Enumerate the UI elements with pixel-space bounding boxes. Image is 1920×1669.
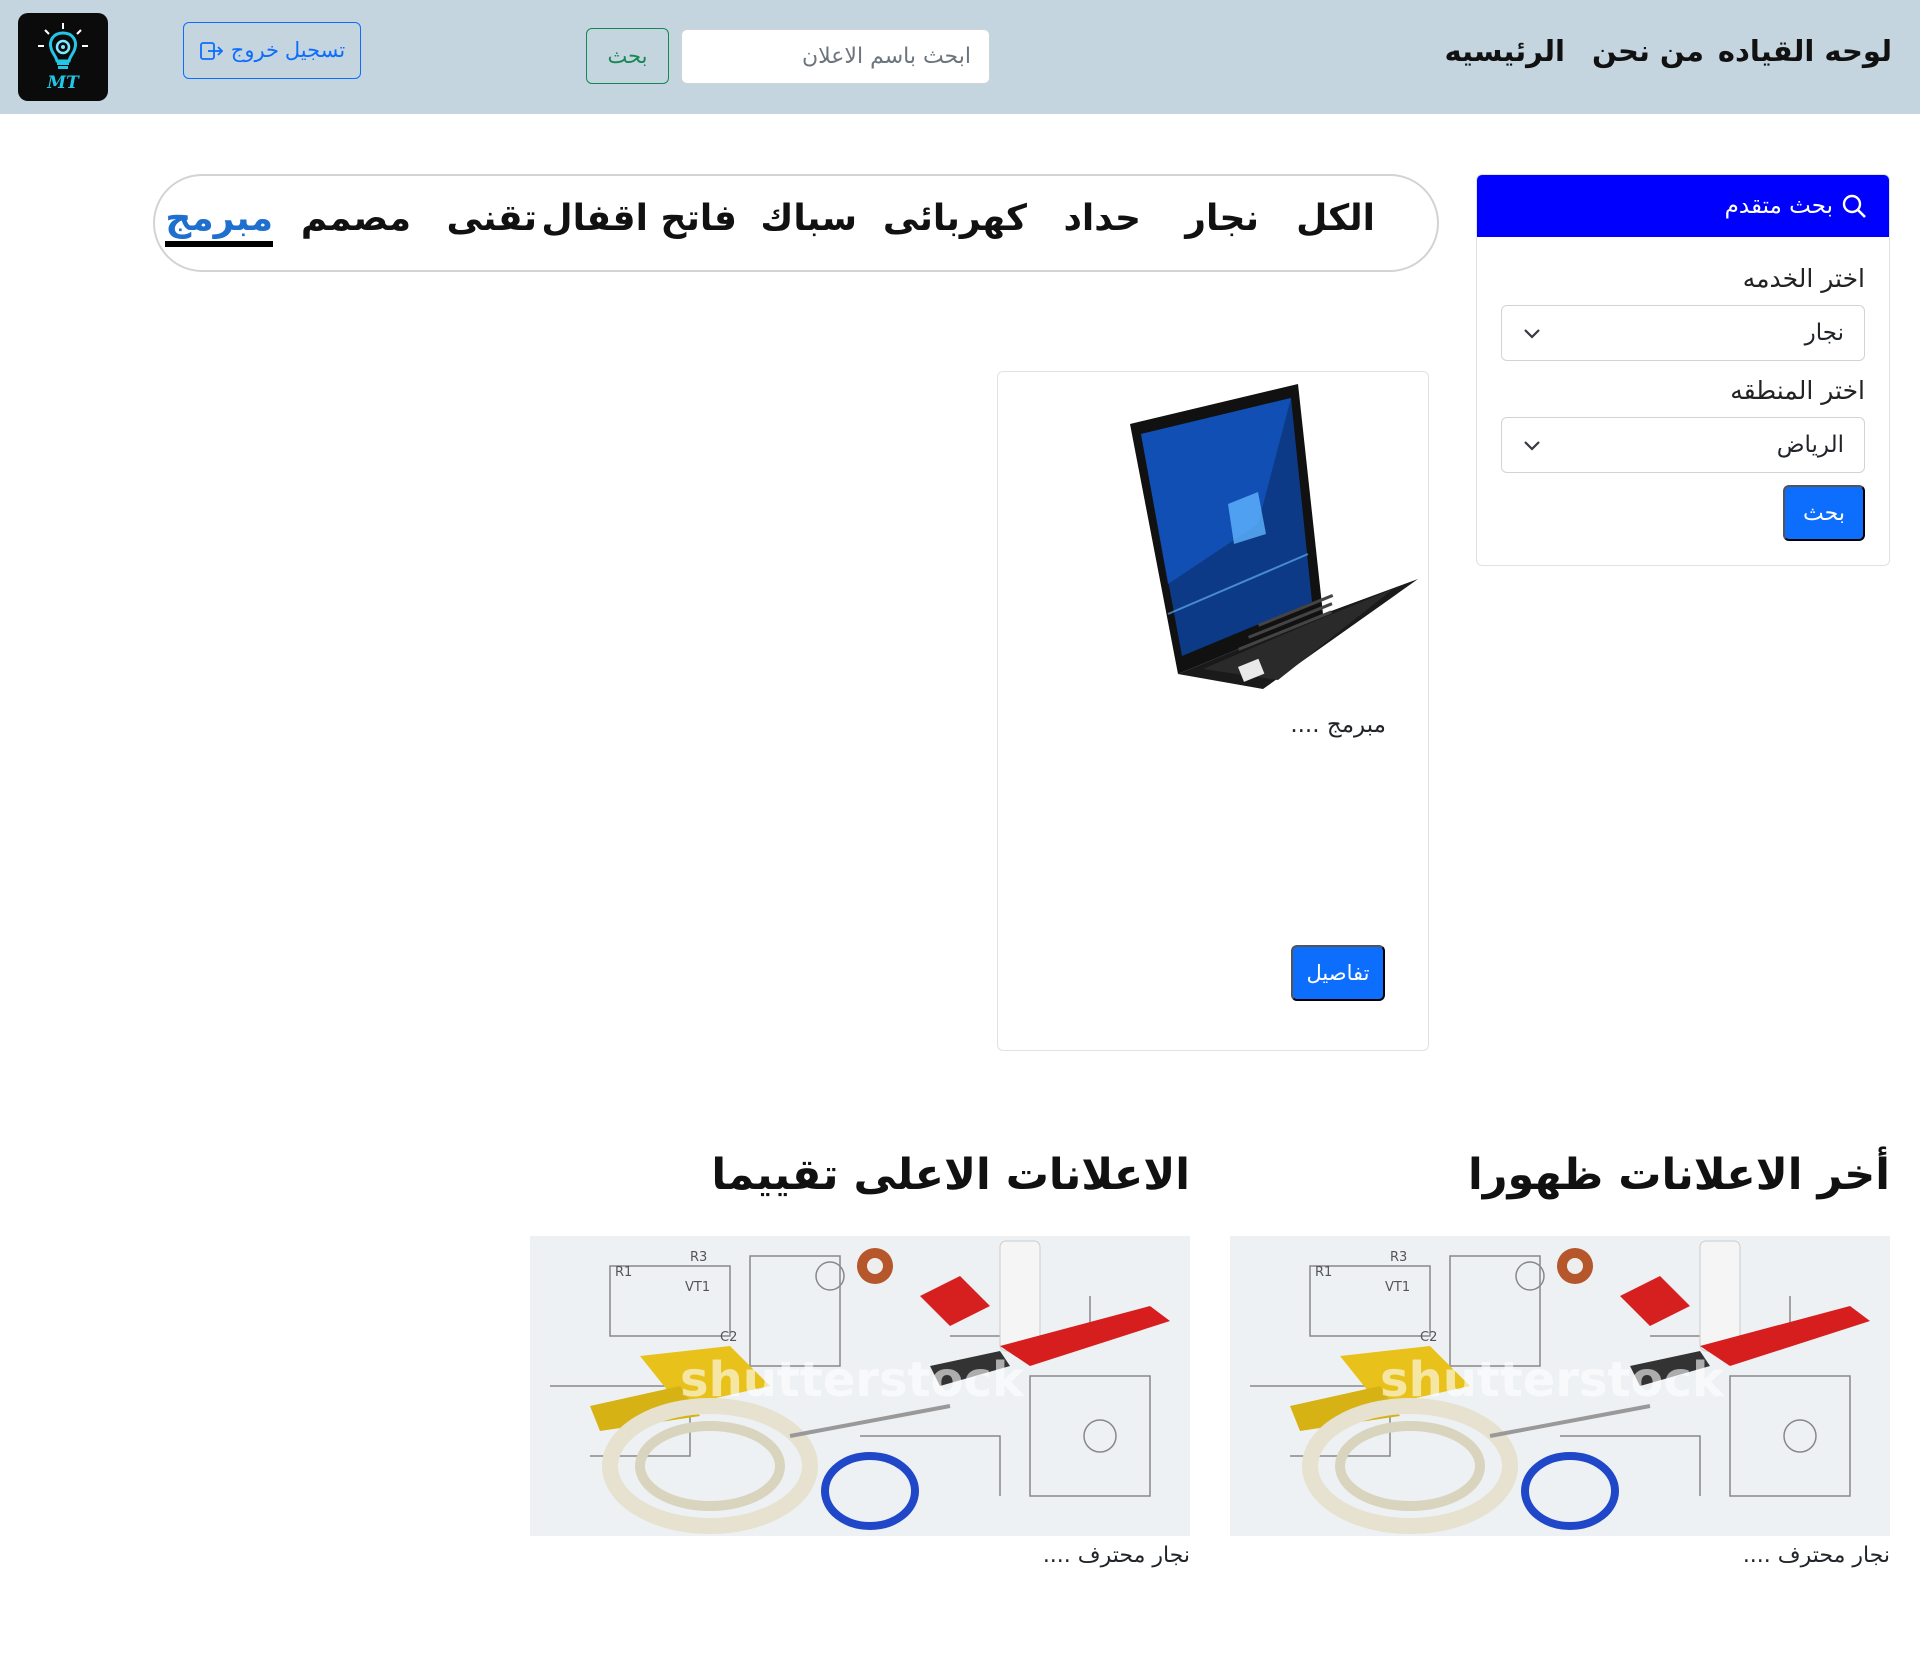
region-label: اختر المنطقه [1730,376,1865,405]
svg-text:C2: C2 [1420,1330,1437,1345]
svg-text:C2: C2 [720,1330,737,1345]
top-rated-ads-title: الاعلانات الاعلى تقييما [711,1150,1190,1200]
tab-locksmith[interactable]: فاتح اقفال [541,198,737,239]
tab-programmer[interactable]: مبرمج [165,198,273,247]
top-navbar: MT تسجيل خروج بحث الرئيسيه من نحن لوحه ا… [0,0,1920,114]
tab-electrician[interactable]: كهربائى [883,198,1027,239]
details-button[interactable]: تفاصيل [1291,945,1385,1001]
tab-technician[interactable]: تقنى [446,198,537,239]
top-rated-ad-caption: نجار محترف .... [1042,1543,1190,1568]
svg-text:VT1: VT1 [1385,1280,1410,1295]
svg-text:R3: R3 [690,1250,707,1265]
latest-ad-image[interactable]: R1 R3 VT1 C2 shutterstock [1230,1236,1890,1536]
nav-link-dashboard[interactable]: لوحه القياده [1718,34,1892,68]
chevron-down-icon [1524,329,1540,339]
advanced-search-title: بحث متقدم [1724,193,1833,219]
svg-text:VT1: VT1 [685,1280,710,1295]
search-icon [1842,194,1866,218]
svg-text:shutterstock: shutterstock [1380,1352,1725,1408]
svg-text:MT: MT [46,73,80,93]
logout-label: تسجيل خروج [230,39,346,62]
top-rated-ad-image[interactable]: R1 R3 VT1 C2 shutterstock [530,1236,1190,1536]
region-select[interactable]: الرياض [1501,417,1865,473]
nav-link-home[interactable]: الرئيسيه [1444,34,1565,68]
advanced-search-panel: بحث متقدم اختر الخدمه نجار اختر المنطقه … [1476,174,1890,566]
advanced-search-submit-button[interactable]: بحث [1783,485,1865,541]
logout-icon [199,41,224,60]
search-input[interactable] [681,29,990,84]
latest-ad-caption: نجار محترف .... [1742,1543,1890,1568]
chevron-down-icon [1524,441,1540,451]
tab-plumber[interactable]: سباك [760,198,857,239]
svg-text:R1: R1 [1315,1265,1332,1280]
search-button[interactable]: بحث [586,28,669,84]
svg-text:R1: R1 [615,1265,632,1280]
latest-ads-title: أخر الاعلانات ظهورا [1467,1150,1890,1200]
tab-designer[interactable]: مصمم [301,198,411,239]
logout-button[interactable]: تسجيل خروج [183,22,361,79]
tab-blacksmith[interactable]: حداد [1063,198,1141,239]
service-select[interactable]: نجار [1501,305,1865,361]
service-label: اختر الخدمه [1742,264,1865,293]
service-selected-value: نجار [1804,320,1844,346]
svg-text:shutterstock: shutterstock [680,1352,1025,1408]
tab-carpenter[interactable]: نجار [1185,198,1259,239]
nav-link-about[interactable]: من نحن [1592,34,1704,68]
laptop-image [1130,384,1418,689]
ad-description: مبرمج .... [1290,712,1386,738]
electrical-tools-image: R1 R3 VT1 C2 shutterstock [1230,1236,1890,1536]
electrical-tools-image: R1 R3 VT1 C2 shutterstock [530,1236,1190,1536]
region-selected-value: الرياض [1776,432,1844,458]
lightbulb-gear-logo-icon: MT [38,23,88,93]
svg-text:R3: R3 [1390,1250,1407,1265]
tab-all[interactable]: الكل [1296,198,1375,239]
site-logo[interactable]: MT [18,13,108,101]
ad-card: مبرمج .... تفاصيل [997,371,1429,1051]
category-tabs: الكل نجار حداد كهربائى سباك فاتح اقفال ت… [153,174,1439,272]
advanced-search-header: بحث متقدم [1477,175,1889,237]
